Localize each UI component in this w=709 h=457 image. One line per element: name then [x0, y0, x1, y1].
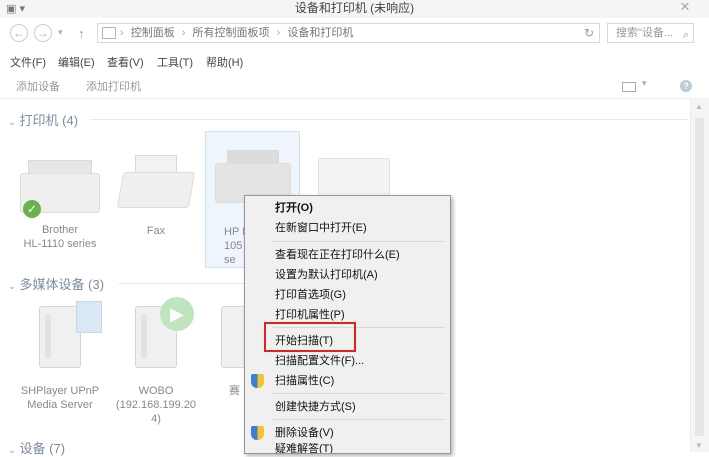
group-printers-label: 打印机 (4) — [19, 113, 79, 128]
uac-shield-icon — [251, 374, 264, 388]
menu-item-scan-properties[interactable]: 扫描属性(C) — [245, 371, 450, 391]
add-device-button[interactable]: 添加设备 — [16, 78, 60, 94]
scroll-up-icon[interactable]: ▲ — [695, 102, 703, 111]
menu-separator — [273, 419, 445, 420]
tower-stripe — [45, 315, 51, 359]
menu-edit[interactable]: 编辑(E) — [58, 54, 95, 70]
view-options-arrow[interactable]: ▾ — [642, 78, 647, 89]
printer-icon-body: ✓ — [20, 173, 100, 218]
breadcrumb-devices-printers[interactable]: 设备和打印机 — [287, 24, 353, 42]
media-wobo[interactable]: ▶ WOBO (192.168.199.20 4) — [108, 297, 204, 426]
back-button[interactable]: ← — [10, 24, 28, 42]
group-divider — [90, 119, 688, 120]
menu-item-open-new-window[interactable]: 在新窗口中打开(E) — [245, 218, 450, 238]
menu-item-printing-preferences[interactable]: 打印首选项(G) — [245, 285, 450, 305]
window-title: 设备和打印机 (未响应) — [294, 1, 415, 15]
control-panel-icon — [102, 27, 116, 39]
forward-button[interactable]: → — [34, 24, 52, 42]
title-bar: ▣ ▾ 设备和打印机 (未响应) ✕ — [0, 0, 709, 18]
device-label: Brother HL-1110 series — [23, 224, 97, 250]
media-server-icon: ▶ — [135, 297, 194, 368]
group-media-label: 多媒体设备 (3) — [19, 277, 105, 292]
menu-separator — [273, 393, 445, 394]
fax-icon-body — [116, 172, 196, 208]
refresh-icon[interactable]: ↻ — [584, 24, 594, 42]
scroll-down-icon[interactable]: ▼ — [695, 441, 703, 450]
media-third[interactable]: 赛 — [205, 306, 247, 398]
search-placeholder: 搜索"设备... — [616, 27, 674, 39]
change-view-icon[interactable] — [622, 82, 636, 92]
breadcrumb-control-panel[interactable]: 控制面板 — [131, 24, 175, 42]
menu-separator — [273, 241, 445, 242]
collapse-chevron-icon[interactable]: ⌄ — [8, 445, 16, 455]
collapse-chevron-icon[interactable]: ⌄ — [8, 281, 16, 291]
collapse-chevron-icon[interactable]: ⌄ — [8, 117, 16, 127]
menu-view[interactable]: 查看(V) — [107, 54, 144, 70]
menu-item-see-printing[interactable]: 查看现在正在打印什么(E) — [245, 245, 450, 265]
address-bar-row: ← → ▾ ↑ › 控制面板 › 所有控制面板项 › 设备和打印机 ↻ 搜索"设… — [0, 22, 709, 46]
vertical-scrollbar[interactable]: ▲ ▼ — [690, 98, 709, 452]
group-devices[interactable]: ⌄ 设备 (7) — [8, 438, 65, 457]
play-icon: ▶ — [160, 297, 194, 331]
device-label: Fax — [146, 225, 166, 237]
command-bar: 添加设备 添加打印机 ▾ ? — [0, 74, 709, 99]
device-label: 赛 — [229, 385, 240, 397]
menu-help[interactable]: 帮助(H) — [206, 54, 243, 70]
breadcrumb-separator: › — [276, 27, 281, 39]
uac-shield-icon — [251, 426, 264, 440]
up-button[interactable]: ↑ — [78, 26, 85, 41]
devices-printers-window: ▣ ▾ 设备和打印机 (未响应) ✕ ← → ▾ ↑ › 控制面板 › 所有控制… — [0, 0, 709, 456]
menu-item-scan-profiles[interactable]: 扫描配置文件(F)... — [245, 351, 450, 371]
menu-bar: 文件(F) 编辑(E) 查看(V) 工具(T) 帮助(H) — [0, 52, 709, 70]
default-printer-check-icon: ✓ — [23, 200, 41, 218]
help-icon[interactable]: ? — [680, 80, 692, 92]
add-printer-button[interactable]: 添加打印机 — [86, 78, 141, 94]
menu-item-open[interactable]: 打开(O) — [245, 198, 450, 218]
device-label: WOBO (192.168.199.20 4) — [115, 385, 197, 425]
highlight-annotation-box — [264, 322, 356, 352]
breadcrumb-all-items[interactable]: 所有控制面板项 — [193, 24, 270, 42]
menu-item-label: 删除设备(V) — [275, 427, 334, 439]
fax-icon — [135, 155, 177, 172]
close-button[interactable]: ✕ — [667, 0, 703, 16]
scrollbar-thumb[interactable] — [695, 118, 704, 436]
menu-item-create-shortcut[interactable]: 创建快捷方式(S) — [245, 397, 450, 417]
menu-item-label: 扫描属性(C) — [275, 375, 335, 387]
menu-item-set-default[interactable]: 设置为默认打印机(A) — [245, 265, 450, 285]
device-label: SHPlayer UPnP Media Server — [20, 385, 100, 411]
recent-dropdown-icon[interactable]: ▾ — [58, 27, 63, 38]
address-field[interactable]: › 控制面板 › 所有控制面板项 › 设备和打印机 ↻ — [97, 23, 600, 43]
media-server-icon — [39, 301, 102, 368]
printer-icon — [28, 160, 92, 173]
tower-stripe — [141, 315, 147, 359]
printer-4-icon[interactable] — [318, 158, 390, 196]
printer-brother[interactable]: ✓ Brother HL-1110 series — [12, 160, 108, 251]
hp-printer-icon — [226, 150, 279, 163]
menu-file[interactable]: 文件(F) — [10, 54, 46, 70]
music-note-icon — [76, 301, 102, 333]
menu-tools[interactable]: 工具(T) — [157, 54, 193, 70]
printer-fax[interactable]: Fax — [108, 155, 204, 238]
breadcrumb-separator: › — [181, 27, 186, 39]
group-divider — [118, 283, 244, 284]
menu-item-remove-device[interactable]: 删除设备(V) — [245, 423, 450, 443]
group-printers[interactable]: ⌄ 打印机 (4) — [8, 110, 78, 129]
search-icon[interactable]: ⌕ — [683, 26, 689, 44]
group-devices-label: 设备 (7) — [19, 441, 66, 456]
media-shplayer[interactable]: SHPlayer UPnP Media Server — [12, 301, 108, 412]
breadcrumb-separator: › — [120, 27, 124, 39]
search-input[interactable]: 搜索"设备... ⌕ — [607, 23, 694, 43]
group-media[interactable]: ⌄ 多媒体设备 (3) — [8, 274, 104, 293]
